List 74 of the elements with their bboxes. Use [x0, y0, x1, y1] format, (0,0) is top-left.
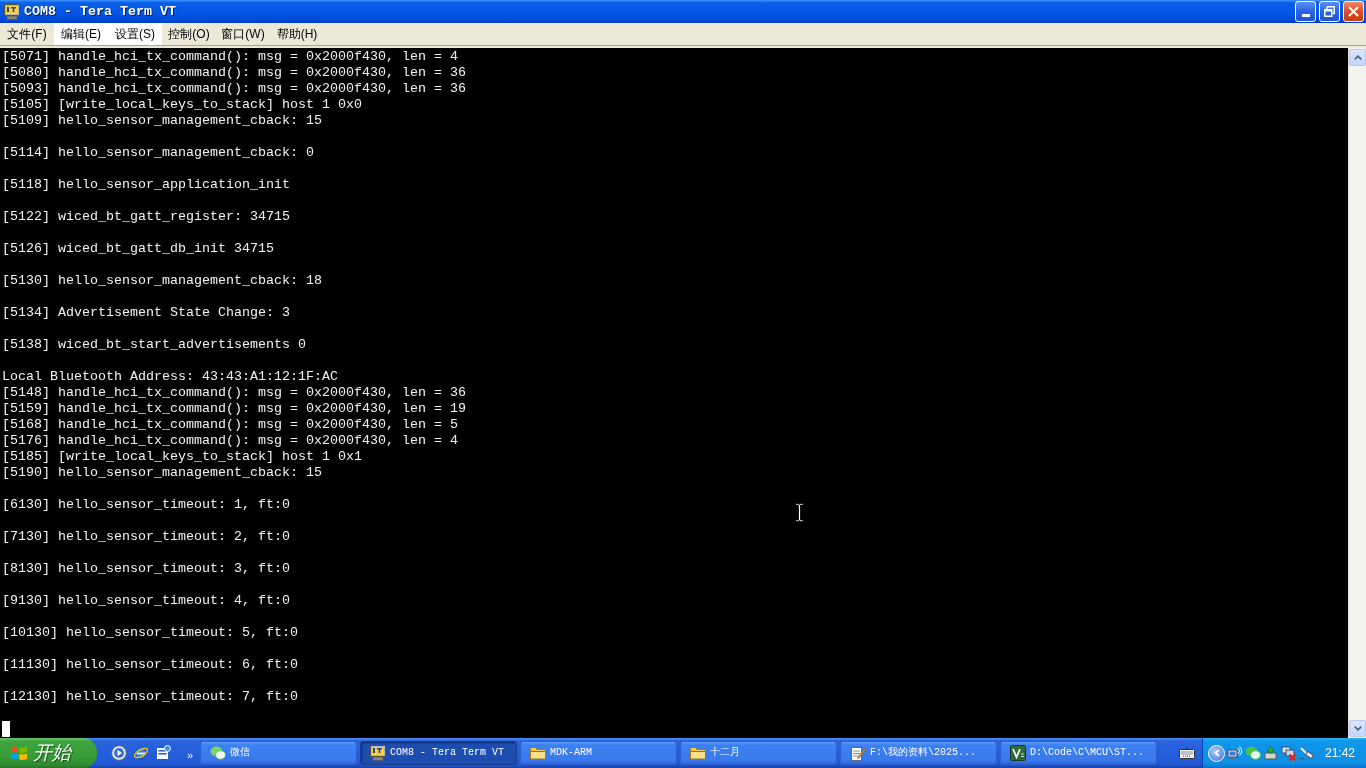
scroll-up-button[interactable]: [1349, 49, 1366, 66]
desktop-sheet-icon[interactable]: [155, 745, 171, 761]
tray-expand-button[interactable]: [1208, 744, 1225, 762]
log-line: [5168] handle_hci_tx_command(): msg = 0x2000f430, len = 5: [2, 417, 458, 433]
start-button[interactable]: 开始: [0, 738, 97, 768]
network-monitor-icon[interactable]: [1227, 745, 1243, 761]
log-line: [8130] hello_sensor_timeout: 3, ft:0: [2, 561, 290, 577]
log-line: [5109] hello_sensor_management_cback: 15: [2, 113, 322, 129]
sync-arrows-icon[interactable]: [1263, 745, 1279, 761]
close-icon: [1348, 6, 1359, 17]
restore-button[interactable]: [1319, 1, 1340, 22]
log-line: [12130] hello_sensor_timeout: 7, ft:0: [2, 689, 298, 705]
log-line: [5159] handle_hci_tx_command(): msg = 0x2000f430, len = 19: [2, 401, 466, 417]
log-line: [5130] hello_sensor_management_cback: 18: [2, 273, 322, 289]
log-line: [6130] hello_sensor_timeout: 1, ft:0: [2, 497, 290, 513]
log-line: [5093] handle_hci_tx_command(): msg = 0x2000f430, len = 36: [2, 81, 466, 97]
log-line: [10130] hello_sensor_timeout: 5, ft:0: [2, 625, 298, 641]
app-tile-icon: [1010, 745, 1026, 761]
scroll-down-button[interactable]: [1349, 720, 1366, 737]
terminal-icon: [370, 745, 386, 761]
log-line: [5148] handle_hci_tx_command(): msg = 0x2000f430, len = 36: [2, 385, 466, 401]
log-line: [7130] hello_sensor_timeout: 2, ft:0: [2, 529, 290, 545]
terminal-icon: [4, 3, 20, 20]
log-line: [5176] handle_hci_tx_command(): msg = 0x2000f430, len = 4: [2, 433, 458, 449]
taskbar-button[interactable]: 微信: [200, 741, 357, 765]
taskbar-button[interactable]: 十二月: [680, 741, 837, 765]
minimize-icon: [1301, 14, 1310, 17]
windows-flag-icon: [10, 745, 28, 761]
media-player-icon[interactable]: [111, 745, 127, 761]
log-line: [5118] hello_sensor_application_init: [2, 177, 290, 193]
chat-bubbles-icon: [210, 745, 226, 761]
menu-item[interactable]: 编辑(E): [54, 23, 108, 45]
log-line: [5114] hello_sensor_management_cback: 0: [2, 145, 314, 161]
clock[interactable]: 21:42: [1324, 746, 1366, 760]
chat-bubbles-icon[interactable]: [1245, 745, 1261, 761]
scrollbar-track[interactable]: [1348, 48, 1366, 738]
log-line: [5126] wiced_bt_gatt_db_init 34715: [2, 241, 274, 257]
menu-item[interactable]: 帮助(H): [270, 23, 324, 45]
taskbar-button[interactable]: MDK-ARM: [520, 741, 677, 765]
log-line: [5122] wiced_bt_gatt_register: 34715: [2, 209, 290, 225]
taskbar-button[interactable]: D:\Code\C\MCU\ST...: [1000, 741, 1157, 765]
log-line: [5190] hello_sensor_management_cback: 15: [2, 465, 322, 481]
i-beam-cursor-icon: [795, 503, 804, 522]
close-button[interactable]: [1343, 1, 1364, 22]
more-chevron[interactable]: »: [187, 749, 194, 761]
globe-ring-icon[interactable]: [133, 745, 149, 761]
log-line: [5105] [write_local_keys_to_stack] host 1 0x0: [2, 97, 362, 113]
folder-icon: [690, 746, 706, 760]
log-line: [5138] wiced_bt_start_advertisements 0: [2, 337, 306, 353]
menu-item[interactable]: 控制(O): [162, 23, 216, 45]
restore-icon: [1324, 6, 1335, 17]
menu-item[interactable]: 设置(S): [108, 23, 162, 45]
log-line: [5080] handle_hci_tx_command(): msg = 0x2000f430, len = 36: [2, 65, 466, 81]
minimize-button[interactable]: [1295, 1, 1316, 22]
chevron-down-icon: [1353, 726, 1362, 731]
notepad-pencil-icon: [850, 745, 866, 761]
keyboard-icon[interactable]: [1179, 747, 1195, 759]
menu-item[interactable]: 窗口(W): [216, 23, 270, 45]
log-line: [5185] [write_local_keys_to_stack] host 1 0x1: [2, 449, 362, 465]
chevron-up-icon: [1353, 55, 1362, 60]
start-label: 开始: [33, 742, 71, 764]
network-error-icon[interactable]: [1281, 745, 1297, 761]
chevron-left-icon: [1213, 749, 1220, 757]
folder-icon: [530, 746, 546, 760]
menu-item[interactable]: 文件(F): [0, 23, 54, 45]
window-title: COM8 - Tera Term VT: [24, 3, 176, 20]
usb-plug-icon[interactable]: [1299, 745, 1315, 761]
taskbar-button[interactable]: F:\我的资料\2025...: [840, 741, 997, 765]
log-line: [9130] hello_sensor_timeout: 4, ft:0: [2, 593, 290, 609]
log-line: [11130] hello_sensor_timeout: 6, ft:0: [2, 657, 298, 673]
log-line: [5134] Advertisement State Change: 3: [2, 305, 290, 321]
log-line: [5071] handle_hci_tx_command(): msg = 0x2000f430, len = 4: [2, 49, 458, 65]
log-line: Local Bluetooth Address: 43:43:A1:12:1F:AC: [2, 369, 338, 385]
taskbar-button[interactable]: COM8 - Tera Term VT: [360, 741, 517, 765]
